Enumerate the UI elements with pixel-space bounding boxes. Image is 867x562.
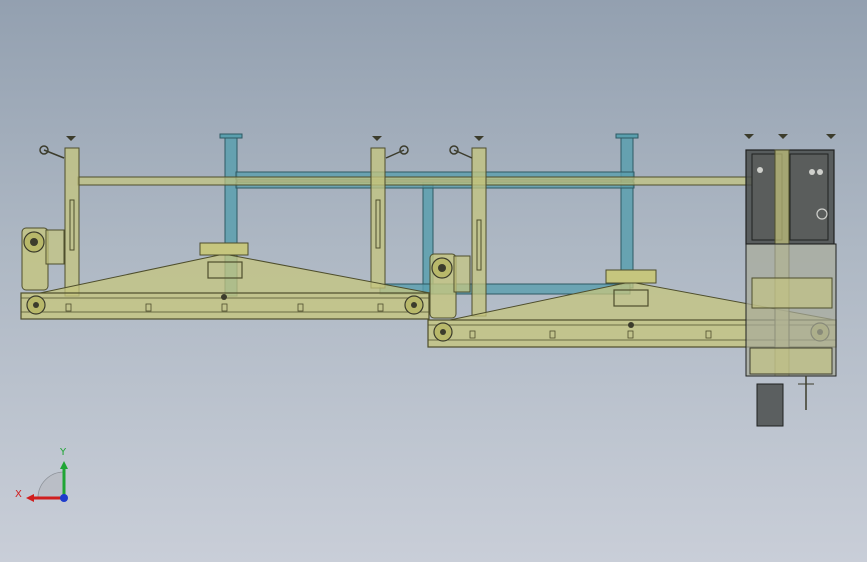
leveling-foot-icon (39, 136, 409, 159)
hopper-top-plate-right (605, 269, 657, 284)
upright-left-2 (370, 147, 386, 289)
machine-cabinet[interactable] (744, 134, 837, 427)
hopper-top-plate-left (199, 242, 249, 256)
triad-y-arrow-icon (60, 461, 68, 469)
drive-motor-right[interactable] (429, 253, 471, 319)
triad-plane (37, 471, 65, 499)
triad-z-axis-icon (60, 494, 68, 502)
teal-post-cap-right (615, 133, 639, 139)
teal-post-cap-left (219, 133, 243, 139)
gear-motor-box (756, 383, 784, 427)
upright-left-1 (64, 147, 80, 297)
leveling-foot-icon (744, 134, 836, 139)
top-rail[interactable] (77, 176, 759, 186)
triad-x-label: X (15, 489, 22, 500)
cad-viewport[interactable]: X Y (0, 0, 867, 562)
triad-x-arrow-icon (26, 494, 34, 502)
triad-y-label: Y (59, 447, 67, 458)
teal-post-right (620, 137, 634, 289)
upright-mid-1 (471, 147, 487, 317)
coordinate-triad: X Y (15, 447, 68, 502)
drive-motor-left[interactable] (21, 227, 65, 291)
